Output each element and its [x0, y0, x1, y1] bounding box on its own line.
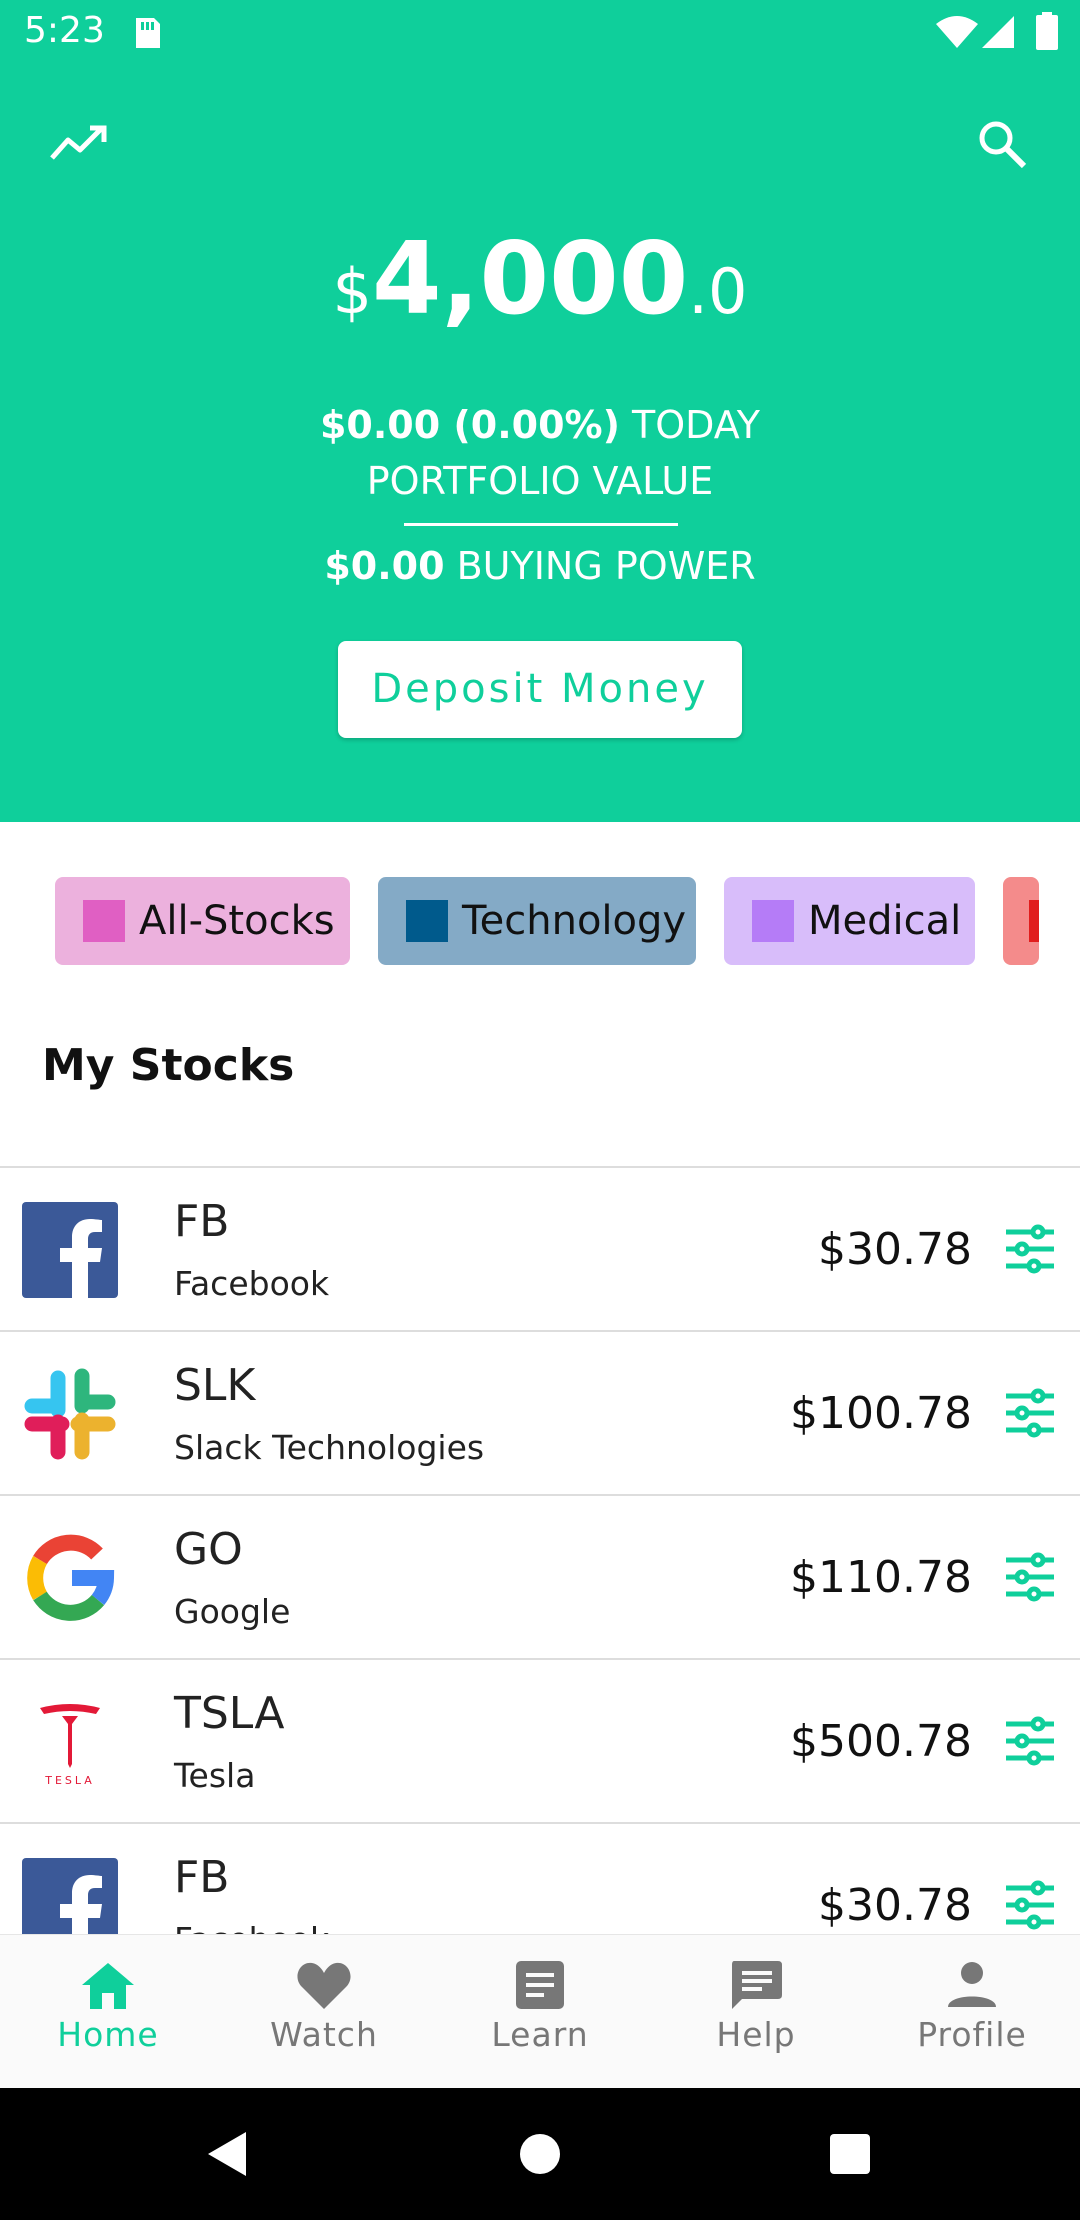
wifi-icon — [936, 16, 978, 48]
stock-symbol: FB — [174, 1196, 230, 1247]
stock-name: Google — [174, 1592, 291, 1631]
nav-label: Home — [57, 2015, 159, 2054]
stock-price: $30.78 — [818, 1224, 972, 1275]
stock-price: $30.78 — [818, 1880, 972, 1931]
facebook-logo — [22, 1202, 118, 1298]
nav-label: Watch — [270, 2015, 378, 2054]
chat-icon — [732, 1961, 782, 2009]
nav-watch[interactable]: Watch — [216, 1935, 432, 2089]
section-title: My Stocks — [42, 1040, 295, 1091]
balance-decimal: .0 — [688, 255, 748, 328]
sliders-icon[interactable] — [1004, 1224, 1056, 1274]
stock-price: $110.78 — [790, 1552, 972, 1603]
recents-icon[interactable] — [828, 2132, 872, 2176]
category-label: All-Stocks — [139, 898, 335, 944]
nav-label: Profile — [917, 2015, 1027, 2054]
stock-name: Facebook — [174, 1920, 329, 1934]
today-change-value: $0.00 (0.00%) — [319, 403, 620, 447]
stock-symbol: SLK — [174, 1360, 256, 1411]
sd-card-icon — [136, 18, 160, 48]
nav-help[interactable]: Help — [648, 1935, 864, 2089]
heart-icon — [297, 1962, 351, 2009]
slack-logo — [24, 1368, 116, 1460]
deposit-money-button[interactable]: Deposit Money — [338, 641, 742, 738]
header-divider — [404, 523, 678, 526]
category-chip-medical[interactable]: Medical — [724, 877, 975, 965]
stock-row[interactable]: GO Google $110.78 — [0, 1494, 1080, 1657]
sliders-icon[interactable] — [1004, 1388, 1056, 1438]
stock-price: $100.78 — [790, 1388, 972, 1439]
category-label: Technology — [462, 898, 687, 944]
category-chip-technology[interactable]: Technology — [378, 877, 696, 965]
currency-symbol: $ — [332, 255, 372, 328]
today-label: TODAY — [632, 403, 761, 447]
today-change: $0.00 (0.00%) TODAY — [0, 403, 1080, 447]
stock-name: Facebook — [174, 1264, 330, 1303]
buying-power-label: BUYING POWER — [456, 544, 756, 588]
stock-symbol: FB — [174, 1852, 230, 1903]
facebook-logo — [22, 1858, 118, 1934]
back-icon[interactable] — [204, 2130, 250, 2178]
category-swatch — [1029, 900, 1039, 942]
category-label: Medical — [808, 898, 962, 944]
stock-price: $500.78 — [790, 1716, 972, 1767]
google-logo — [27, 1534, 115, 1621]
person-icon — [948, 1962, 996, 2007]
stock-name: Tesla — [174, 1756, 256, 1795]
stock-row[interactable]: FB Facebook $30.78 — [0, 1166, 1080, 1329]
status-bar: 5:23 — [0, 0, 1080, 68]
nav-learn[interactable]: Learn — [432, 1935, 648, 2089]
stock-symbol: TSLA — [174, 1688, 285, 1739]
home-icon — [82, 1963, 134, 2009]
trend-icon[interactable] — [48, 122, 108, 162]
category-swatch — [752, 900, 794, 942]
stock-row[interactable]: SLK Slack Technologies $100.78 — [0, 1330, 1080, 1493]
signal-icon — [982, 16, 1014, 48]
portfolio-label: PORTFOLIO VALUE — [366, 459, 714, 503]
nav-label: Learn — [491, 2015, 589, 2054]
buying-power: $0.00 BUYING POWER — [0, 544, 1080, 588]
sliders-icon[interactable] — [1004, 1552, 1056, 1602]
search-icon[interactable] — [976, 118, 1028, 170]
sliders-icon[interactable] — [1004, 1716, 1056, 1766]
buying-power-value: $0.00 — [324, 544, 445, 588]
tesla-logo: TESLA — [40, 1704, 100, 1787]
category-chip-partial[interactable] — [1003, 877, 1039, 965]
nav-home[interactable]: Home — [0, 1935, 216, 2089]
bottom-navigation: Home Watch Learn Help Profile — [0, 1934, 1080, 2089]
category-chip-all-stocks[interactable]: All-Stocks — [55, 877, 350, 965]
stock-symbol: GO — [174, 1524, 243, 1575]
article-icon — [516, 1961, 564, 2009]
status-time: 5:23 — [24, 10, 105, 51]
stock-row[interactable]: FB Facebook $30.78 — [0, 1822, 1080, 1934]
system-navigation-bar — [0, 2088, 1080, 2220]
category-swatch — [83, 900, 125, 942]
stock-row[interactable]: TESLA TSLA Tesla $500.78 — [0, 1658, 1080, 1821]
stock-name: Slack Technologies — [174, 1428, 485, 1467]
balance-amount: 4,000 — [371, 220, 689, 337]
battery-icon — [1036, 12, 1058, 50]
tesla-wordmark: TESLA — [44, 1774, 95, 1787]
category-swatch — [406, 900, 448, 942]
nav-profile[interactable]: Profile — [864, 1935, 1080, 2089]
sliders-icon[interactable] — [1004, 1880, 1056, 1930]
portfolio-balance: $4,000.0 — [0, 220, 1080, 337]
home-button-icon[interactable] — [518, 2132, 562, 2176]
nav-label: Help — [716, 2015, 796, 2054]
